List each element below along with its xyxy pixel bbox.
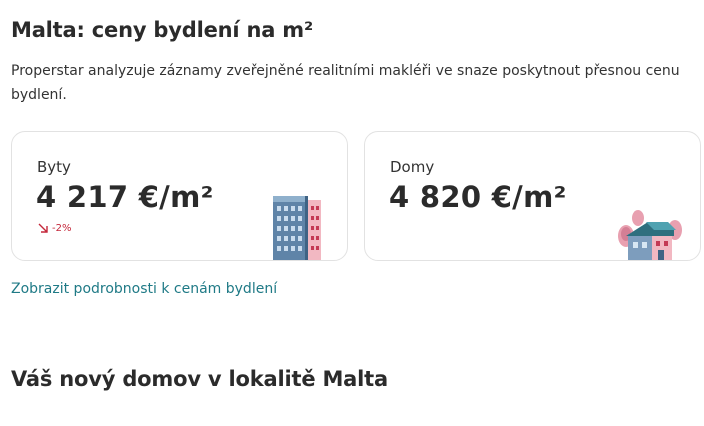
page-description: Properstar analyzuje záznamy zveřejněné …: [11, 63, 680, 103]
houses-price-card: Domy 4 820 €/m²: [364, 131, 701, 261]
flats-label: Byty: [37, 158, 71, 176]
apartment-building-icon: [273, 196, 321, 260]
flats-trend: -2%: [37, 222, 71, 234]
house-icon: [618, 210, 682, 260]
arrow-down-right-icon: [38, 223, 48, 233]
page: Malta: ceny bydlení na m² Properstar ana…: [0, 0, 704, 426]
flats-price: 4 217 €/m²: [36, 180, 214, 214]
houses-label: Domy: [390, 158, 435, 176]
section-title: Váš nový domov v lokalitě Malta: [11, 367, 388, 391]
flats-trend-value: -2%: [52, 222, 72, 234]
houses-price: 4 820 €/m²: [389, 180, 567, 214]
page-title: Malta: ceny bydlení na m²: [11, 18, 313, 42]
flats-price-card: Byty 4 217 €/m² -2%: [11, 131, 348, 261]
price-details-link[interactable]: Zobrazit podrobnosti k cenám bydlení: [11, 281, 277, 297]
